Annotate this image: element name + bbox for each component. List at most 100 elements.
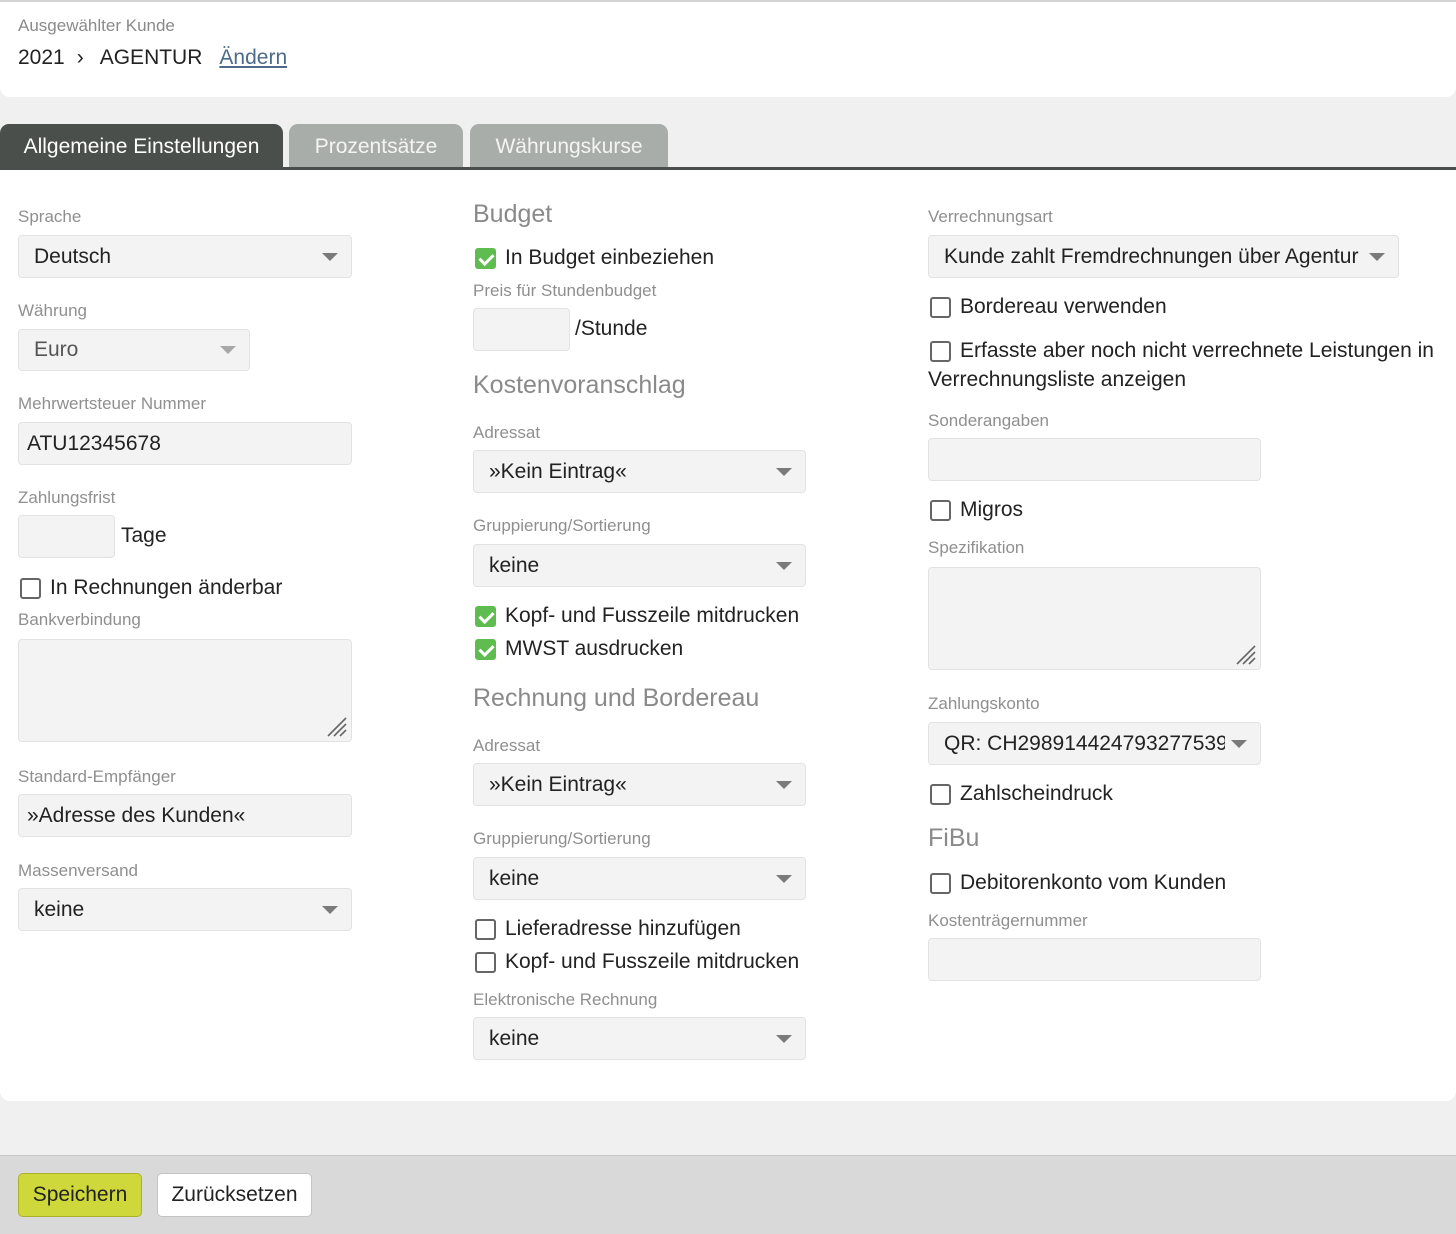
- action-bar: Speichern Zurücksetzen: [0, 1155, 1456, 1234]
- spezifikation-textarea[interactable]: [928, 567, 1261, 670]
- kv-kopf-fusszeile-label: Kopf- und Fusszeile mitdrucken: [505, 604, 800, 627]
- in-budget-einbeziehen-label: In Budget einbeziehen: [505, 246, 715, 269]
- kv-gruppierung-value: keine: [489, 553, 540, 577]
- kostentraegernummer-input[interactable]: [928, 938, 1261, 981]
- chevron-down-icon: [322, 252, 338, 261]
- bankverbindung-textarea[interactable]: [18, 639, 352, 742]
- zahlungskonto-select[interactable]: QR: CH2989144247932775397: [928, 722, 1261, 765]
- rb-adressat-label: Adressat: [473, 736, 541, 755]
- checkbox-checked-icon: [475, 605, 496, 627]
- erfasste-leistungen-checkbox[interactable]: Erfasste aber noch nicht verrechnete Lei…: [930, 339, 1434, 363]
- lieferadresse-checkbox[interactable]: Lieferadresse hinzufügen: [475, 917, 741, 941]
- elektronische-rechnung-label: Elektronische Rechnung: [473, 990, 658, 1009]
- lieferadresse-label: Lieferadresse hinzufügen: [505, 917, 741, 940]
- zahlungsfrist-unit: Tage: [121, 524, 167, 547]
- zahlungsfrist-label: Zahlungsfrist: [18, 488, 116, 507]
- spezifikation-label: Spezifikation: [928, 538, 1025, 557]
- resize-grip-icon[interactable]: [1233, 642, 1257, 666]
- chevron-down-icon: [776, 1034, 792, 1043]
- change-customer-link[interactable]: Ändern: [219, 46, 287, 70]
- sonderangaben-input[interactable]: [928, 438, 1261, 481]
- zahlungsfrist-input[interactable]: [18, 515, 115, 558]
- rb-gruppierung-label: Gruppierung/Sortierung: [473, 829, 651, 848]
- zahlscheindruck-label: Zahlscheindruck: [960, 782, 1113, 805]
- rb-adressat-value: »Kein Eintrag«: [489, 772, 627, 796]
- settings-panel: Sprache Deutsch Währung Euro Mehrwertste…: [0, 170, 1456, 1101]
- checkbox-icon: [930, 872, 951, 894]
- kostenvoranschlag-section-title: Kostenvoranschlag: [473, 371, 686, 399]
- checkbox-checked-icon: [475, 247, 496, 269]
- rb-kopf-fusszeile-checkbox[interactable]: Kopf- und Fusszeile mitdrucken: [475, 950, 799, 974]
- chevron-down-icon: [1231, 739, 1247, 748]
- massenversand-label: Massenversand: [18, 861, 139, 880]
- kv-gruppierung-select[interactable]: keine: [473, 544, 806, 587]
- erfasste-leistungen-label-cont: Verrechnungsliste anzeigen: [928, 368, 1187, 391]
- kv-adressat-value: »Kein Eintrag«: [489, 459, 627, 483]
- budget-section-title: Budget: [473, 200, 553, 228]
- tab-waehrungskurse[interactable]: Währungskurse: [470, 124, 668, 168]
- verrechnungsart-select[interactable]: Kunde zahlt Fremdrechnungen über Agentur: [928, 235, 1399, 278]
- checkbox-icon: [930, 499, 951, 521]
- breadcrumb: 2021 › AGENTUR Ändern: [18, 46, 287, 70]
- in-rechnungen-aenderbar-label: In Rechnungen änderbar: [50, 576, 283, 599]
- preis-stundenbudget-unit: /Stunde: [575, 317, 648, 340]
- mwst-input[interactable]: ATU12345678: [18, 422, 352, 465]
- waehrung-select[interactable]: Euro: [18, 329, 250, 371]
- waehrung-label: Währung: [18, 301, 87, 320]
- migros-checkbox[interactable]: Migros: [930, 498, 1023, 522]
- in-rechnungen-aenderbar-checkbox[interactable]: In Rechnungen änderbar: [20, 576, 282, 600]
- sprache-label: Sprache: [18, 207, 82, 226]
- massenversand-select[interactable]: keine: [18, 888, 352, 931]
- resize-grip-icon[interactable]: [324, 714, 348, 738]
- mwst-label: Mehrwertsteuer Nummer: [18, 394, 206, 413]
- sprache-value: Deutsch: [34, 244, 112, 268]
- preis-stundenbudget-input[interactable]: [473, 308, 570, 351]
- bordereau-verwenden-label: Bordereau verwenden: [960, 295, 1167, 318]
- zahlungskonto-value: QR: CH2989144247932775397: [944, 731, 1225, 755]
- rb-gruppierung-select[interactable]: keine: [473, 857, 806, 900]
- chevron-down-icon: [776, 561, 792, 570]
- in-budget-einbeziehen-checkbox[interactable]: In Budget einbeziehen: [475, 246, 714, 270]
- rb-gruppierung-value: keine: [489, 866, 540, 890]
- verrechnungsart-value: Kunde zahlt Fremdrechnungen über Agentur: [944, 244, 1359, 268]
- kv-gruppierung-label: Gruppierung/Sortierung: [473, 516, 651, 535]
- checkbox-icon: [20, 577, 41, 599]
- elektronische-rechnung-select[interactable]: keine: [473, 1017, 806, 1060]
- elektronische-rechnung-value: keine: [489, 1026, 540, 1050]
- bordereau-verwenden-checkbox[interactable]: Bordereau verwenden: [930, 295, 1167, 319]
- checkbox-icon: [930, 296, 951, 318]
- breadcrumb-separator-icon: ›: [76, 46, 84, 69]
- kv-adressat-label: Adressat: [473, 423, 541, 442]
- breadcrumb-year[interactable]: 2021: [18, 46, 65, 70]
- selected-customer-label: Ausgewählter Kunde: [18, 16, 175, 35]
- reset-button[interactable]: Zurücksetzen: [157, 1173, 312, 1217]
- kv-mwst-ausdrucken-checkbox[interactable]: MWST ausdrucken: [475, 637, 683, 661]
- standard-empfaenger-input[interactable]: »Adresse des Kunden«: [18, 794, 352, 837]
- chevron-down-icon: [220, 346, 236, 354]
- zahlungskonto-label: Zahlungskonto: [928, 694, 1040, 713]
- verrechnungsart-label: Verrechnungsart: [928, 207, 1053, 226]
- sonderangaben-label: Sonderangaben: [928, 411, 1050, 430]
- chevron-down-icon: [776, 467, 792, 476]
- checkbox-icon: [475, 918, 496, 940]
- tab-allgemeine-einstellungen[interactable]: Allgemeine Einstellungen: [0, 124, 283, 168]
- save-button[interactable]: Speichern: [18, 1173, 142, 1217]
- zahlscheindruck-checkbox[interactable]: Zahlscheindruck: [930, 782, 1113, 806]
- sprache-select[interactable]: Deutsch: [18, 235, 352, 278]
- erfasste-leistungen-label: Erfasste aber noch nicht verrechnete Lei…: [960, 339, 1434, 362]
- chevron-down-icon: [776, 874, 792, 883]
- rb-adressat-select[interactable]: »Kein Eintrag«: [473, 763, 806, 806]
- kv-adressat-select[interactable]: »Kein Eintrag«: [473, 450, 806, 493]
- debitorenkonto-checkbox[interactable]: Debitorenkonto vom Kunden: [930, 871, 1226, 895]
- tab-prozentsaetze[interactable]: Prozentsätze: [289, 124, 463, 168]
- preis-stundenbudget-label: Preis für Stundenbudget: [473, 281, 657, 300]
- checkbox-checked-icon: [475, 638, 496, 660]
- chevron-down-icon: [776, 780, 792, 789]
- breadcrumb-customer: AGENTUR: [99, 46, 203, 69]
- checkbox-icon: [475, 951, 496, 973]
- bankverbindung-label: Bankverbindung: [18, 610, 141, 629]
- chevron-down-icon: [322, 905, 338, 914]
- kv-mwst-ausdrucken-label: MWST ausdrucken: [505, 637, 684, 660]
- kv-kopf-fusszeile-checkbox[interactable]: Kopf- und Fusszeile mitdrucken: [475, 604, 799, 628]
- customer-header: Ausgewählter Kunde 2021 › AGENTUR Ändern: [0, 2, 1456, 97]
